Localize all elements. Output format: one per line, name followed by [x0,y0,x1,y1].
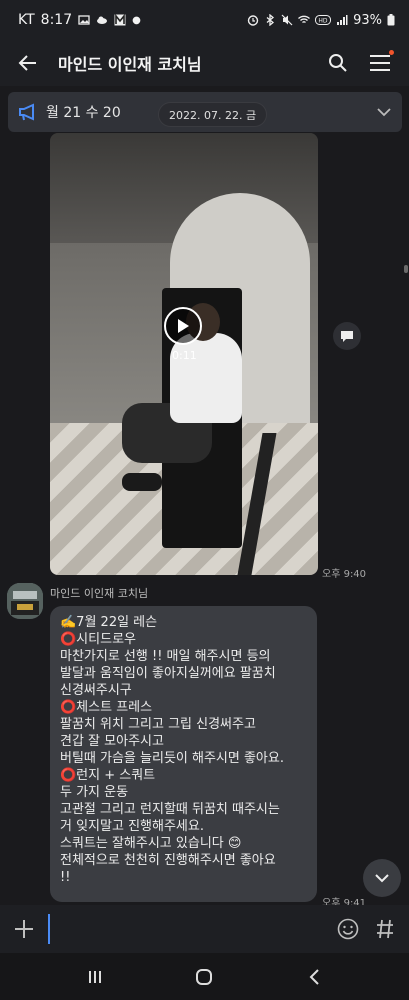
message-line: 고관절 그리고 런지할때 뒤꿈치 때주시는 [60,802,280,817]
hd-icon: HD [315,15,332,25]
search-icon [329,54,347,72]
clock-text: 8:17 [40,12,73,28]
recent-apps-icon [88,970,101,983]
comment-button[interactable] [333,322,361,350]
message-line: 마찬가지로 선행 !! 매일 해주시면 등의 [60,649,271,664]
carrier-text: KT [18,12,35,28]
video-frame-shoe [122,473,162,491]
hamburger-menu-icon [370,55,390,71]
cloud-icon [97,16,108,24]
message-line: 발달과 움직임이 좋아지실꺼에요 팔꿈치 [60,666,276,681]
message-bubble[interactable]: ✍️7월 22일 레슨 ⭕시티드로우마찬가지로 선행 !! 매일 해주시면 등의발… [50,606,317,902]
home-button[interactable] [179,957,229,997]
message-line: 거 잊지말고 진행해주세요. [60,819,204,834]
recent-apps-button[interactable] [70,957,120,997]
megaphone-icon [19,103,34,121]
scroll-indicator[interactable] [404,265,408,273]
message-line: 스쿼트는 잘해주시고 있습니다 😊 [60,836,242,851]
message-input-bar [0,905,409,953]
play-icon [178,319,189,333]
gym-avatar-image [7,583,43,619]
message-input[interactable] [48,914,318,944]
message-line: 두 가지 운동 [60,785,129,800]
battery-icon [387,14,395,26]
mute-icon [281,14,293,26]
menu-button[interactable] [363,46,397,80]
speech-bubble-icon [341,330,353,342]
video-message[interactable]: 0:11 [50,133,318,575]
message-line: ⭕시티드로우 [60,632,136,647]
dot-icon: ● [132,14,141,26]
wifi-icon [298,15,311,24]
chevron-down-icon [375,874,389,883]
emoji-icon [337,918,359,940]
hashtag-button[interactable] [365,912,405,946]
video-duration: 0:11 [172,349,197,362]
plus-icon [15,920,33,938]
back-button[interactable] [8,43,48,83]
gallery-icon [78,15,90,25]
search-button[interactable] [321,46,355,80]
emoji-button[interactable] [331,912,365,946]
date-divider: 2022. 07. 22. 금 [158,102,268,127]
battery-text: 93% [353,12,382,28]
video-frame-person [170,333,242,423]
message-line: 전체적으로 천천히 진행해주시면 좋아요 [60,853,276,868]
message-line: ⭕런지 + 스쿼트 [60,768,156,783]
m-app-icon [114,14,126,26]
chevron-down-icon[interactable] [376,107,392,117]
status-bar: KT 8:17 ● HD 93% [0,0,409,40]
system-back-button[interactable] [289,957,339,997]
play-button[interactable] [164,307,202,345]
chat-room-title: 마인드 이인재 코치님 [58,55,202,74]
bluetooth-icon [266,14,275,26]
attach-button[interactable] [4,909,44,949]
arrow-left-icon [18,55,36,71]
scroll-to-bottom-button[interactable] [363,859,401,897]
message-line: !! [60,870,71,885]
message-line: 팔꿈치 위치 그리고 그립 신경써주고 [60,717,256,732]
message-line: ⭕체스트 프레스 [60,700,153,715]
chevron-left-icon [309,968,319,985]
svg-text:HD: HD [319,18,329,25]
video-timestamp: 오후 9:40 [322,569,367,580]
notice-text: 월 21 수 20 [46,105,121,121]
message-line: ✍️7월 22일 레슨 [60,615,158,630]
message-line: 견갑 잘 모아주시고 [60,734,164,749]
sender-name: 마인드 이인재 코치님 [50,587,149,600]
chat-header: 마인드 이인재 코치님 [0,40,409,86]
signal-icon [337,15,348,25]
home-icon [196,968,213,985]
system-nav-bar [0,953,409,1000]
hashtag-icon [377,919,393,939]
sender-avatar[interactable] [7,583,43,619]
message-line: 버틸때 가슴을 늘리듯이 해주시면 좋아요. [60,751,284,766]
message-line: 신경써주시구 [60,683,132,698]
notification-dot [389,50,394,55]
alarm-icon [247,15,259,26]
